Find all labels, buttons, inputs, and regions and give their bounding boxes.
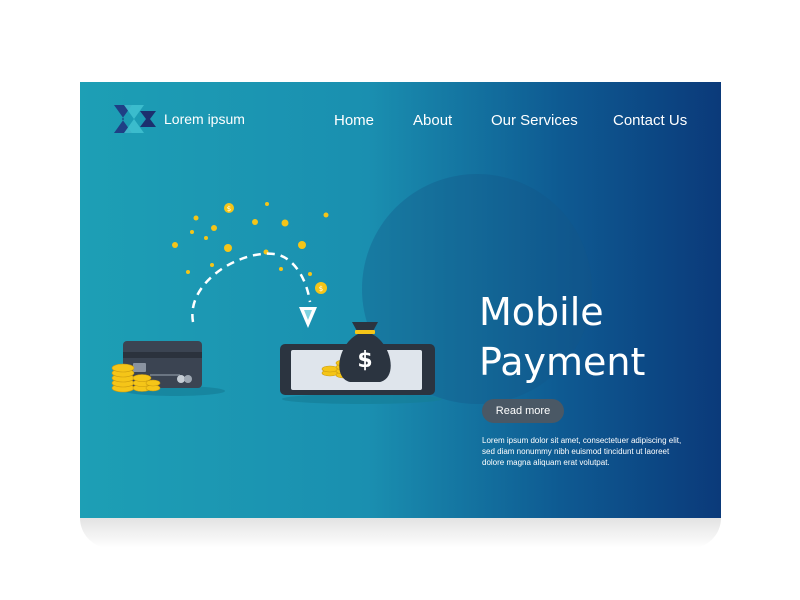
coin-symbol: $ [319,285,323,293]
nav-item-our-services[interactable]: Our Services [491,112,578,129]
page-shadow [80,518,721,548]
payment-illustration: $ $ $ [111,202,442,404]
arrow-down-icon [299,307,317,328]
landing-page: Lorem ipsum Home About Our Services Cont… [80,82,721,518]
hero-title: Mobile Payment [479,287,645,387]
hero-title-line1: Mobile [479,290,604,334]
hero-title-line2: Payment [479,340,646,384]
read-more-button[interactable]: Read more [482,399,564,423]
nav-item-contact-us[interactable]: Contact Us [613,112,687,129]
coin-symbol: $ [227,205,231,213]
hero-description: Lorem ipsum dolor sit amet, consectetuer… [482,436,682,467]
transfer-path [191,252,312,323]
money-bag-symbol: $ [357,348,372,373]
